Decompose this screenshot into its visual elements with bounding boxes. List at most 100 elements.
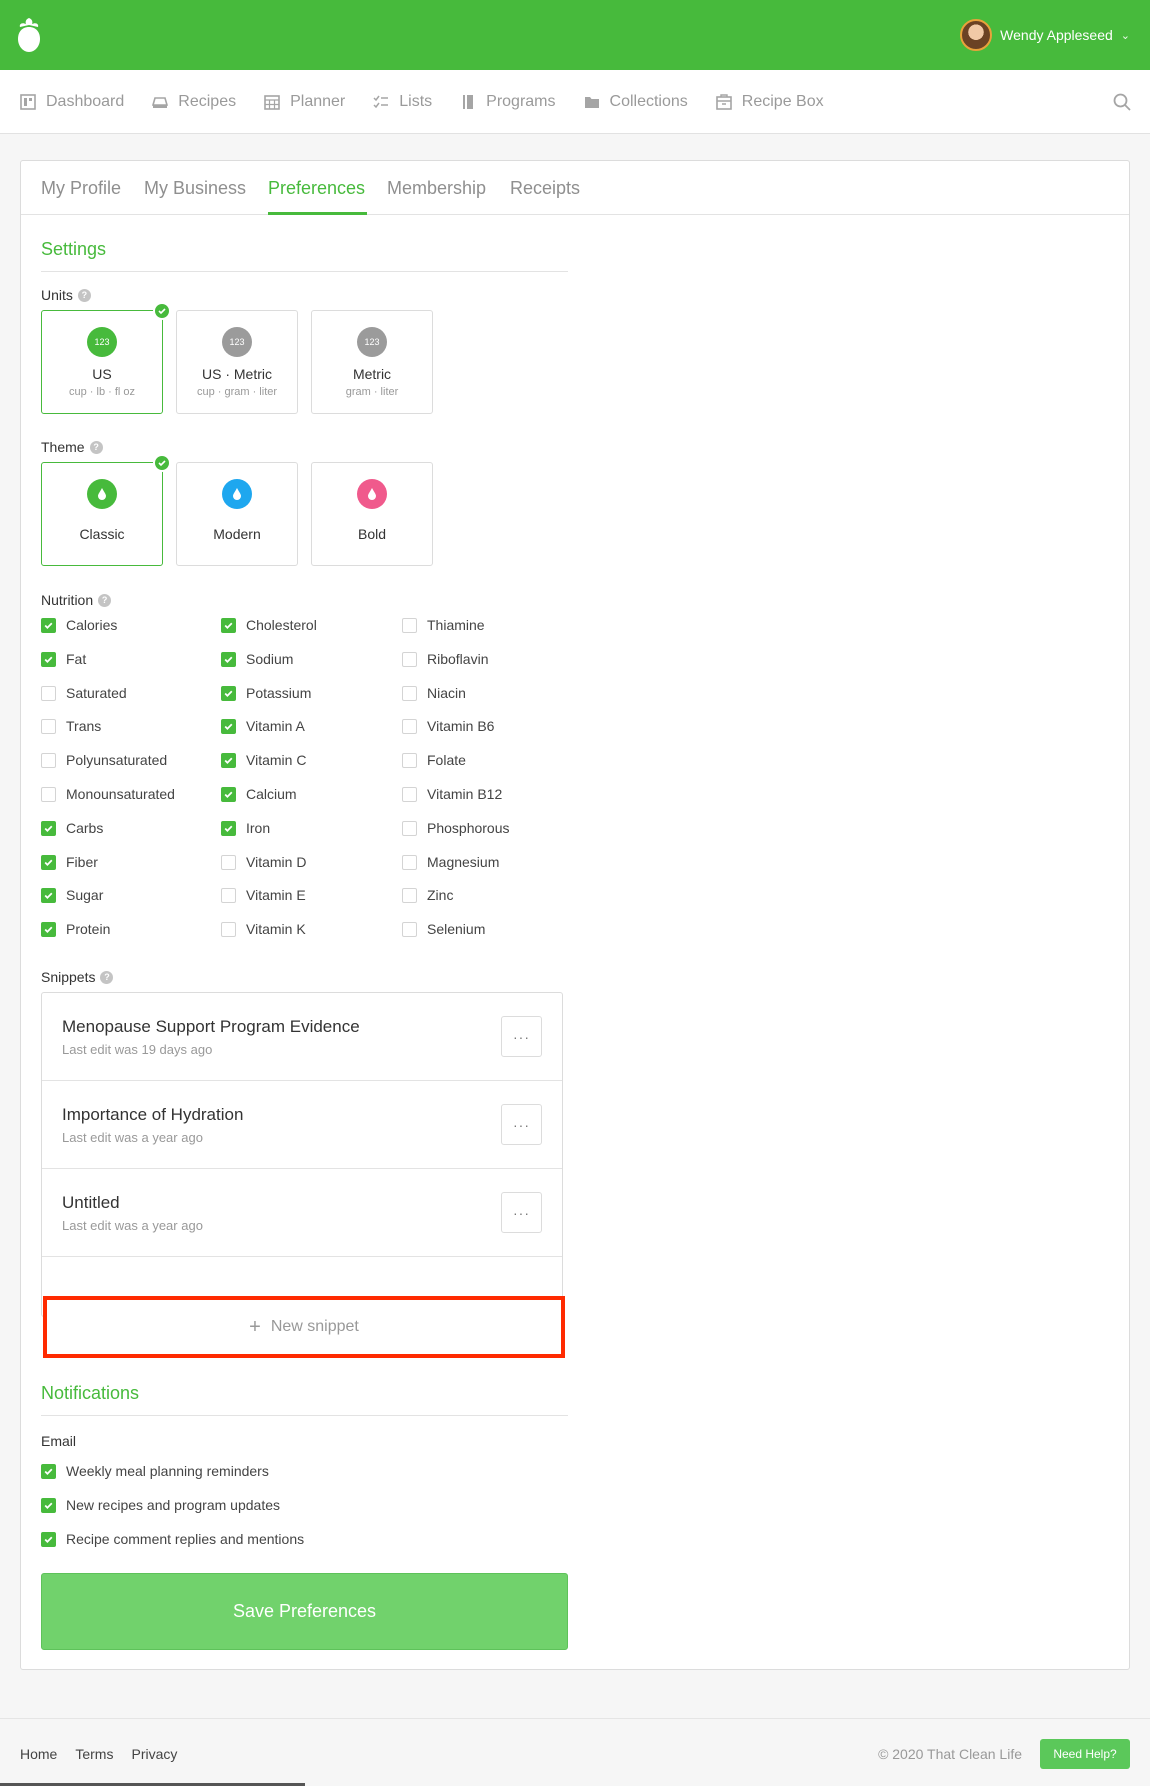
tab-my-profile[interactable]: My Profile [41,178,121,199]
checkbox[interactable] [41,887,56,903]
help-icon[interactable]: ? [98,593,112,607]
need-help-button[interactable]: Need Help? [1040,1739,1130,1769]
snippet-item[interactable]: Untitled Last edit was a year ago ··· [42,1169,562,1257]
checkbox[interactable] [402,685,417,701]
more-options-button[interactable]: ··· [501,1104,542,1145]
nutrition-option[interactable]: Vitamin E [221,887,306,903]
nutrition-option[interactable]: Fat [41,651,86,667]
checkbox[interactable] [402,786,417,802]
nav-lists[interactable]: Lists [373,93,432,111]
checkbox[interactable] [221,651,236,667]
nutrition-option[interactable]: Sodium [221,651,293,667]
nutrition-option[interactable]: Thiamine [402,617,485,633]
checkbox[interactable] [41,786,56,802]
snippet-item[interactable]: Menopause Support Program Evidence Last … [42,993,562,1081]
save-preferences-button[interactable]: Save Preferences [41,1573,568,1650]
checkbox[interactable] [221,854,236,870]
nutrition-option[interactable]: Magnesium [402,854,499,870]
checkbox[interactable] [41,854,56,870]
more-options-button[interactable]: ··· [501,1016,542,1057]
help-icon[interactable]: ? [100,970,114,984]
user-menu[interactable]: Wendy Appleseed ⌄ [960,19,1130,51]
nutrition-option[interactable]: Vitamin B12 [402,786,502,802]
checkbox[interactable] [221,820,236,836]
help-icon[interactable]: ? [89,440,103,454]
nutrition-option[interactable]: Protein [41,921,110,937]
nutrition-option[interactable]: Polyunsaturated [41,752,167,768]
checkbox[interactable] [402,651,417,667]
units-option-us[interactable]: 123 US cup · lb · fl oz [41,302,171,414]
tab-receipts[interactable]: Receipts [510,178,580,199]
checkbox[interactable] [41,651,56,667]
nav-collections[interactable]: Collections [584,93,688,111]
checkbox[interactable] [221,921,236,937]
checkbox[interactable] [41,752,56,768]
checkbox[interactable] [402,921,417,937]
nutrition-option[interactable]: Zinc [402,887,453,903]
nutrition-option[interactable]: Potassium [221,685,311,701]
footer-link-privacy[interactable]: Privacy [131,1746,177,1762]
help-icon[interactable]: ? [77,288,91,302]
nutrition-option[interactable]: Saturated [41,685,127,701]
theme-option-classic[interactable]: Classic [41,454,171,566]
nutrition-option[interactable]: Vitamin B6 [402,718,494,734]
nutrition-option[interactable]: Calcium [221,786,297,802]
tab-membership[interactable]: Membership [387,178,486,199]
notification-option[interactable]: Weekly meal planning reminders [41,1463,269,1479]
checkbox[interactable] [221,786,236,802]
nutrition-option[interactable]: Vitamin C [221,752,306,768]
checkbox[interactable] [402,820,417,836]
nutrition-option[interactable]: Sugar [41,887,103,903]
checkbox[interactable] [41,1497,56,1513]
checkbox[interactable] [221,617,236,633]
footer-link-home[interactable]: Home [20,1746,57,1762]
checkbox[interactable] [402,718,417,734]
footer-link-terms[interactable]: Terms [75,1746,113,1762]
nutrition-option[interactable]: Monounsaturated [41,786,175,802]
theme-option-modern[interactable]: Modern [176,462,298,566]
nav-recipe-box[interactable]: Recipe Box [715,93,824,111]
logo-icon[interactable] [16,16,42,54]
nutrition-option[interactable]: Iron [221,820,270,836]
tab-preferences[interactable]: Preferences [268,178,365,199]
checkbox[interactable] [41,1463,56,1479]
notification-option[interactable]: Recipe comment replies and mentions [41,1531,304,1547]
nutrition-option[interactable]: Trans [41,718,101,734]
checkbox[interactable] [41,1531,56,1547]
checkbox[interactable] [41,820,56,836]
theme-option-bold[interactable]: Bold [311,462,433,566]
checkbox[interactable] [221,752,236,768]
checkbox[interactable] [221,718,236,734]
checkbox[interactable] [221,887,236,903]
units-option-us-metric[interactable]: 123 US · Metric cup · gram · liter [176,310,298,414]
snippet-item[interactable]: Importance of Hydration Last edit was a … [42,1081,562,1169]
checkbox[interactable] [41,617,56,633]
tab-my-business[interactable]: My Business [144,178,246,199]
nutrition-option[interactable]: Folate [402,752,466,768]
checkbox[interactable] [41,921,56,937]
checkbox[interactable] [402,887,417,903]
nutrition-option[interactable]: Riboflavin [402,651,488,667]
search-icon[interactable] [1112,92,1132,112]
checkbox[interactable] [402,617,417,633]
nutrition-option[interactable]: Vitamin K [221,921,306,937]
checkbox[interactable] [41,718,56,734]
nav-planner[interactable]: Planner [264,93,345,111]
nutrition-option[interactable]: Niacin [402,685,466,701]
nav-dashboard[interactable]: Dashboard [20,93,124,111]
nutrition-option[interactable]: Vitamin D [221,854,306,870]
nutrition-option[interactable]: Calories [41,617,117,633]
checkbox[interactable] [41,685,56,701]
checkbox[interactable] [402,854,417,870]
nav-recipes[interactable]: Recipes [152,93,236,111]
more-options-button[interactable]: ··· [501,1192,542,1233]
nutrition-option[interactable]: Phosphorous [402,820,510,836]
nav-programs[interactable]: Programs [460,93,556,111]
notification-option[interactable]: New recipes and program updates [41,1497,280,1513]
units-option-metric[interactable]: 123 Metric gram · liter [311,310,433,414]
nutrition-option[interactable]: Cholesterol [221,617,317,633]
new-snippet-button[interactable]: + New snippet [43,1296,565,1358]
nutrition-option[interactable]: Vitamin A [221,718,305,734]
nutrition-option[interactable]: Fiber [41,854,98,870]
nutrition-option[interactable]: Selenium [402,921,485,937]
